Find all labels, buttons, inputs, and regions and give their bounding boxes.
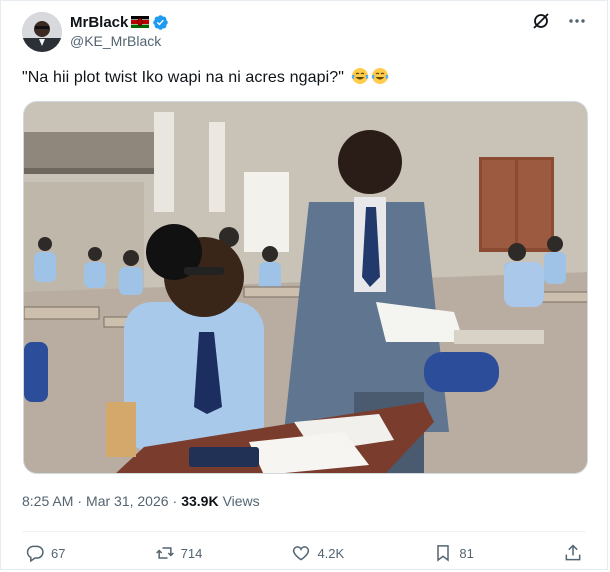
avatar[interactable] xyxy=(22,12,62,52)
tweet-text: "Na hii plot twist Iko wapi na ni acres … xyxy=(22,67,389,88)
author-name[interactable]: MrBlack xyxy=(70,14,128,31)
like-icon xyxy=(293,546,310,561)
more-icon[interactable] xyxy=(567,11,587,31)
reply-count: 67 xyxy=(51,545,66,561)
views-count: 33.9K xyxy=(181,493,219,509)
face-with-tears-of-joy-icon xyxy=(371,68,388,84)
action-bar: 67 714 4.2K 81 xyxy=(25,541,583,565)
repost-count: 714 xyxy=(180,545,203,561)
reply-icon xyxy=(26,545,44,563)
repost-icon xyxy=(155,547,174,559)
like-count: 4.2K xyxy=(317,545,345,561)
meta-separator: · xyxy=(77,493,83,509)
repost-button[interactable]: 714 xyxy=(155,543,203,563)
tweet-meta: 8:25 AM · Mar 31, 2026 · 33.9K Views xyxy=(22,493,260,509)
divider xyxy=(22,531,586,532)
tweet-date[interactable]: Mar 31, 2026 xyxy=(86,493,169,509)
bookmark-button[interactable]: 81 xyxy=(433,543,474,563)
kenya-flag-icon xyxy=(131,16,150,28)
share-icon xyxy=(565,544,581,561)
share-button[interactable] xyxy=(563,543,583,563)
top-actions xyxy=(531,11,587,31)
reply-button[interactable]: 67 xyxy=(25,543,65,563)
bookmark-icon xyxy=(437,545,450,562)
views-label: Views xyxy=(222,493,260,509)
like-button[interactable]: 4.2K xyxy=(291,543,344,563)
face-with-tears-of-joy-icon xyxy=(351,68,368,84)
bookmark-count: 81 xyxy=(459,545,474,561)
exam-hall-photo xyxy=(24,102,587,473)
tweet-photo[interactable] xyxy=(23,101,588,474)
verified-badge-icon[interactable] xyxy=(152,14,169,31)
author-handle[interactable]: @KE_MrBlack xyxy=(70,33,161,49)
tweet-card: MrBlack @KE_MrBlack "Na hii plot twist I… xyxy=(0,0,608,570)
grok-icon[interactable] xyxy=(531,11,551,31)
tweet-time[interactable]: 8:25 AM xyxy=(22,493,73,509)
meta-separator: · xyxy=(172,493,178,509)
author-name-row[interactable]: MrBlack xyxy=(70,12,169,32)
tweet-text-body: "Na hii plot twist Iko wapi na ni acres … xyxy=(22,69,344,86)
